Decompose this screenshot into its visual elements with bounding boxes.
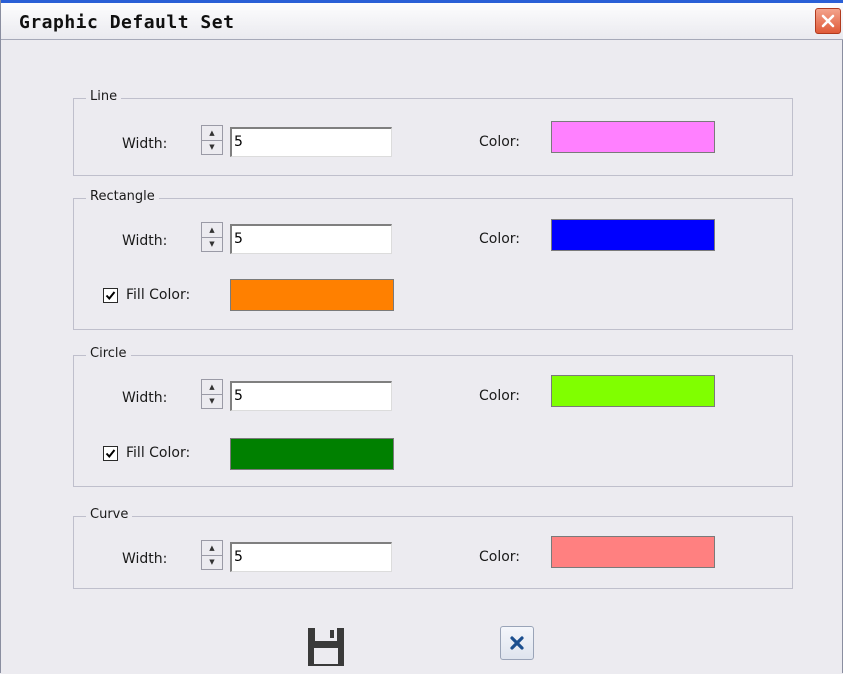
save-button[interactable] xyxy=(304,622,352,670)
arrow-down-icon[interactable]: ▼ xyxy=(202,140,222,154)
arrow-up-icon[interactable]: ▲ xyxy=(202,541,222,556)
curve-legend: Curve xyxy=(86,507,133,522)
curve-width-label: Width: xyxy=(122,551,168,567)
line-width-input[interactable]: 5 xyxy=(230,127,392,157)
circle-fill-checkbox[interactable] xyxy=(103,446,118,461)
dialog-window: Graphic Default Set Line Width: ▲ ▼ 5 Co… xyxy=(0,0,843,673)
arrow-up-icon[interactable]: ▲ xyxy=(202,223,222,238)
cancel-button[interactable] xyxy=(500,626,534,660)
rectangle-fill-label: Fill Color: xyxy=(126,287,191,303)
circle-width-input[interactable]: 5 xyxy=(230,381,392,411)
arrow-up-icon[interactable]: ▲ xyxy=(202,126,222,141)
x-icon xyxy=(510,636,524,650)
curve-color-swatch[interactable] xyxy=(551,536,715,568)
rectangle-width-label: Width: xyxy=(122,233,168,249)
circle-width-spinner[interactable]: ▲ ▼ xyxy=(201,379,223,409)
title-bar[interactable]: Graphic Default Set xyxy=(1,0,843,40)
curve-width-input[interactable]: 5 xyxy=(230,542,392,572)
line-group: Line Width: ▲ ▼ 5 Color: xyxy=(73,89,793,176)
curve-group: Curve Width: ▲ ▼ 5 Color: xyxy=(73,507,793,589)
circle-fill-label: Fill Color: xyxy=(126,445,191,461)
circle-width-label: Width: xyxy=(122,390,168,406)
window-title: Graphic Default Set xyxy=(19,12,235,33)
circle-fill-swatch[interactable] xyxy=(230,438,394,470)
rectangle-width-spinner[interactable]: ▲ ▼ xyxy=(201,222,223,252)
line-width-label: Width: xyxy=(122,136,168,152)
arrow-up-icon[interactable]: ▲ xyxy=(202,380,222,395)
line-width-spinner[interactable]: ▲ ▼ xyxy=(201,125,223,155)
line-color-label: Color: xyxy=(479,134,521,150)
close-icon xyxy=(821,14,835,28)
rectangle-legend: Rectangle xyxy=(86,189,159,204)
arrow-down-icon[interactable]: ▼ xyxy=(202,237,222,251)
checkmark-icon xyxy=(105,449,116,459)
rectangle-fill-checkbox[interactable] xyxy=(103,288,118,303)
rectangle-color-label: Color: xyxy=(479,231,521,247)
line-color-swatch[interactable] xyxy=(551,121,715,153)
curve-width-spinner[interactable]: ▲ ▼ xyxy=(201,540,223,570)
rectangle-width-input[interactable]: 5 xyxy=(230,224,392,254)
arrow-down-icon[interactable]: ▼ xyxy=(202,555,222,569)
checkmark-icon xyxy=(105,291,116,301)
circle-color-swatch[interactable] xyxy=(551,375,715,407)
rectangle-fill-swatch[interactable] xyxy=(230,279,394,311)
rectangle-group: Rectangle Width: ▲ ▼ 5 Color: Fill Color… xyxy=(73,189,793,330)
arrow-down-icon[interactable]: ▼ xyxy=(202,394,222,408)
close-button[interactable] xyxy=(815,8,841,34)
curve-color-label: Color: xyxy=(479,549,521,565)
circle-legend: Circle xyxy=(86,346,131,361)
line-legend: Line xyxy=(86,89,122,104)
floppy-disk-icon xyxy=(308,628,344,666)
rectangle-color-swatch[interactable] xyxy=(551,219,715,251)
circle-color-label: Color: xyxy=(479,388,521,404)
circle-group: Circle Width: ▲ ▼ 5 Color: Fill Color: xyxy=(73,346,793,487)
